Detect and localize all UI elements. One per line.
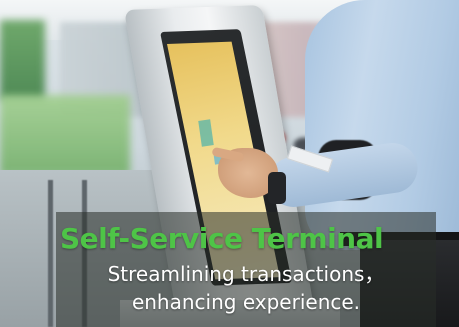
background-green-sign: [0, 95, 130, 175]
hero-image: Self-Service Terminal Streamlining trans…: [0, 0, 459, 327]
banner-subtitle-line2: enhancing experience.: [131, 290, 361, 314]
background-green-panel: [0, 20, 45, 100]
banner-title: Self-Service Terminal: [60, 222, 384, 255]
watch-icon: [268, 172, 286, 204]
banner-subtitle: Streamlining transactions， enhancing exp…: [66, 260, 426, 316]
banner-subtitle-line1: Streamlining transactions，: [107, 262, 385, 286]
background-pole: [48, 180, 53, 327]
